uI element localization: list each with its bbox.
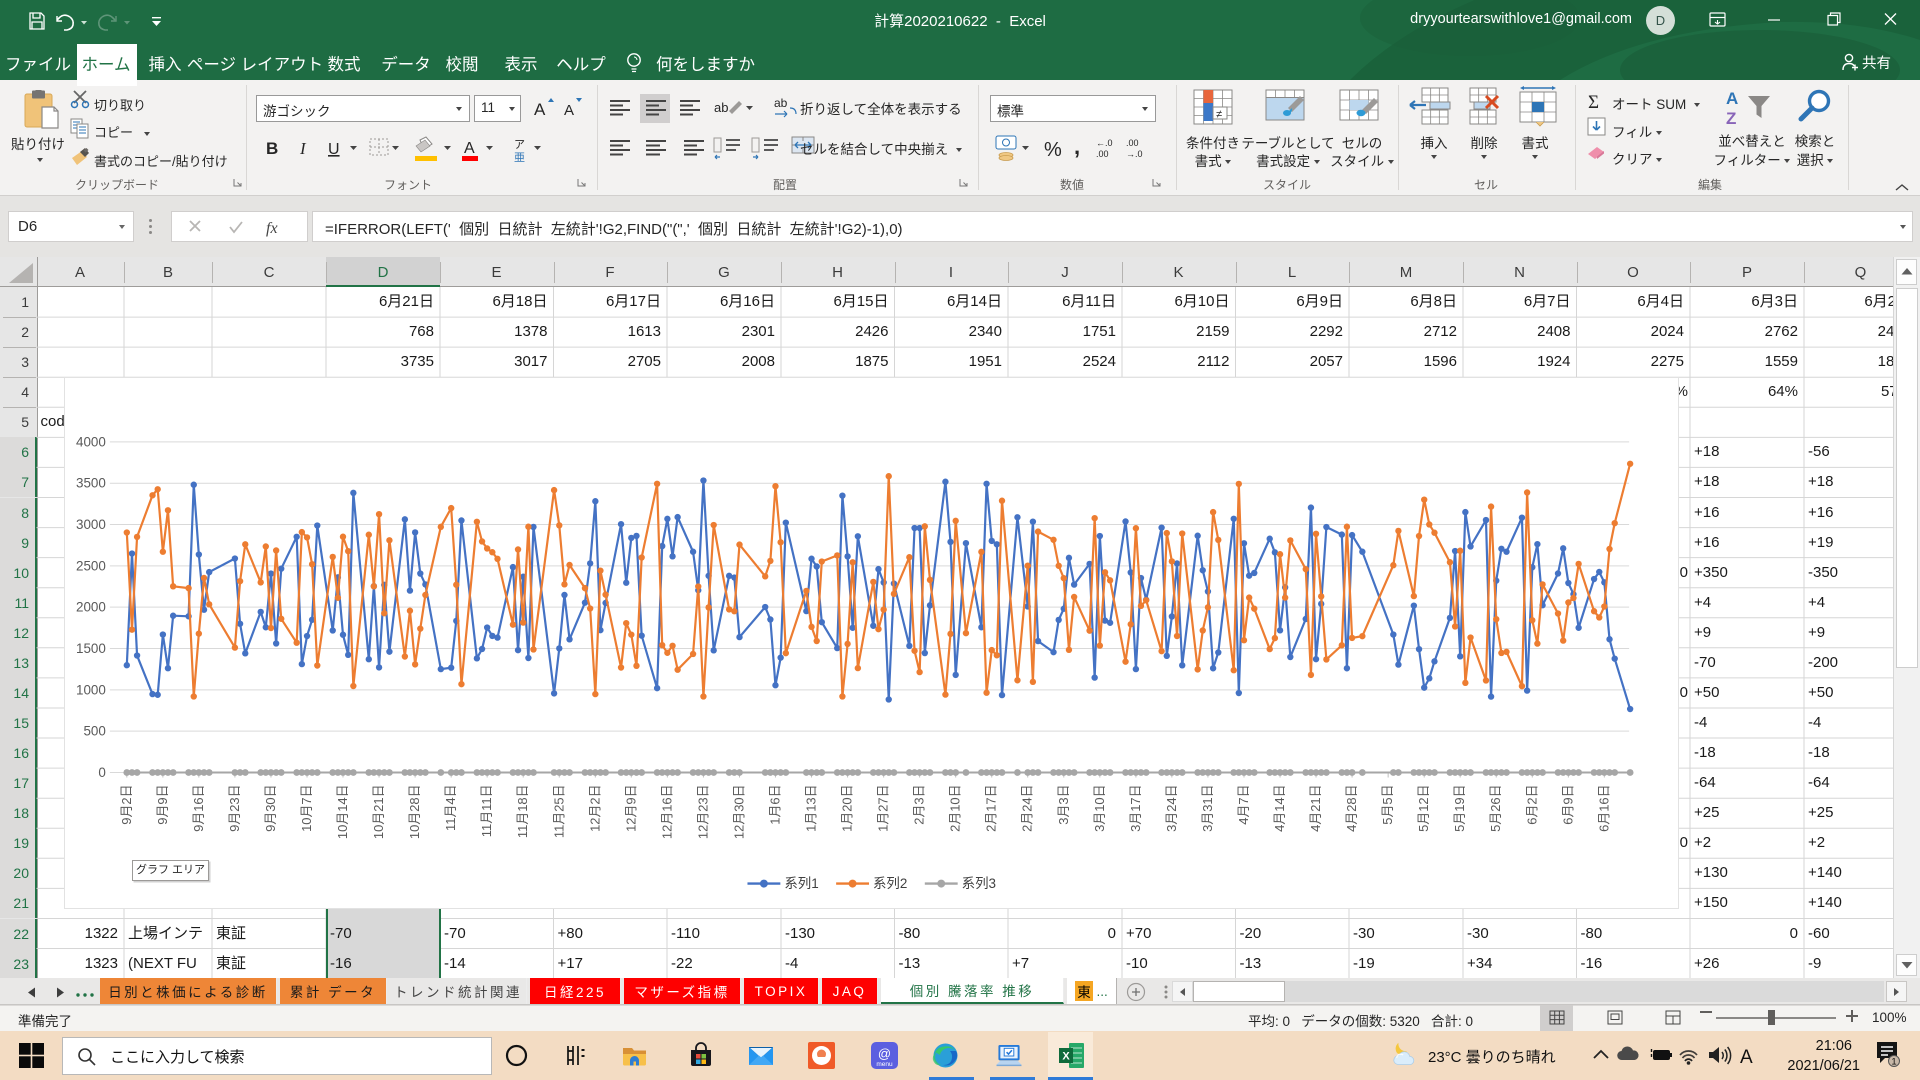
svg-text:4月21日: 4月21日 — [1308, 784, 1323, 831]
svg-text:9月16日: 9月16日 — [191, 784, 206, 831]
svg-text:2500: 2500 — [76, 558, 106, 573]
svg-text:→.0: →.0 — [1126, 149, 1143, 159]
svg-text:Z: Z — [1726, 109, 1736, 128]
svg-text:11月25日: 11月25日 — [551, 784, 566, 838]
svg-text:11月18日: 11月18日 — [515, 784, 530, 838]
svg-text:1500: 1500 — [76, 640, 106, 655]
svg-text:5月5日: 5月5日 — [1380, 784, 1395, 824]
svg-text:U: U — [328, 141, 340, 158]
svg-text:B: B — [266, 139, 278, 158]
svg-text:9月30日: 9月30日 — [263, 784, 278, 831]
svg-text:Σ: Σ — [1588, 92, 1599, 113]
svg-text:,: , — [1074, 134, 1080, 159]
svg-text:0: 0 — [98, 764, 105, 779]
svg-text:500: 500 — [83, 723, 105, 738]
svg-text:9月2日: 9月2日 — [119, 784, 134, 824]
svg-text:10月7日: 10月7日 — [299, 784, 314, 831]
svg-text:10月28日: 10月28日 — [407, 784, 422, 839]
svg-text:系列2: 系列2 — [873, 876, 907, 891]
svg-text:.00: .00 — [1096, 149, 1109, 159]
svg-text:.00: .00 — [1126, 138, 1139, 148]
svg-text:1000: 1000 — [76, 682, 106, 697]
svg-text:2月24日: 2月24日 — [1020, 784, 1035, 831]
svg-text:menu: menu — [876, 1061, 893, 1068]
svg-text:12月23日: 12月23日 — [695, 784, 710, 839]
svg-text:9月23日: 9月23日 — [227, 784, 242, 831]
svg-text:ab: ab — [714, 100, 728, 115]
svg-text:A: A — [464, 140, 475, 157]
svg-text:3月17日: 3月17日 — [1128, 784, 1143, 831]
svg-text:5月12日: 5月12日 — [1416, 784, 1431, 831]
svg-text:A: A — [534, 100, 546, 119]
svg-text:12月16日: 12月16日 — [659, 784, 674, 839]
svg-text:ア: ア — [514, 139, 525, 151]
svg-text:2月3日: 2月3日 — [912, 784, 927, 824]
svg-text:1月20日: 1月20日 — [840, 784, 855, 831]
svg-text:11月11日: 11月11日 — [479, 784, 494, 837]
svg-text:2月10日: 2月10日 — [948, 784, 963, 831]
svg-text:3000: 3000 — [76, 517, 106, 532]
svg-text:I: I — [299, 139, 307, 158]
svg-text:2000: 2000 — [76, 599, 106, 614]
svg-text:3月24日: 3月24日 — [1164, 784, 1179, 831]
svg-text:系列1: 系列1 — [784, 876, 818, 891]
svg-text:4月14日: 4月14日 — [1272, 784, 1287, 831]
svg-text:5月26日: 5月26日 — [1488, 784, 1503, 831]
svg-text:6月9日: 6月9日 — [1560, 784, 1575, 824]
svg-text:5月19日: 5月19日 — [1452, 784, 1467, 831]
svg-text:亜: 亜 — [514, 152, 525, 164]
svg-text:4月7日: 4月7日 — [1236, 784, 1251, 824]
svg-text:X: X — [1062, 1051, 1070, 1063]
svg-text:3500: 3500 — [76, 475, 106, 490]
svg-text:A: A — [1726, 89, 1738, 108]
svg-text:12月30日: 12月30日 — [731, 784, 746, 839]
svg-text:@: @ — [878, 1046, 891, 1061]
svg-text:12月9日: 12月9日 — [623, 784, 638, 831]
svg-text:A: A — [564, 102, 574, 119]
svg-text:4月28日: 4月28日 — [1344, 784, 1359, 831]
svg-text:系列3: 系列3 — [962, 876, 996, 891]
svg-text:1月13日: 1月13日 — [804, 784, 819, 831]
svg-text:3月3日: 3月3日 — [1056, 784, 1071, 824]
svg-text:ab: ab — [774, 96, 788, 110]
svg-text:10月14日: 10月14日 — [335, 784, 350, 839]
svg-text:1月27日: 1月27日 — [876, 784, 891, 831]
svg-text:2月17日: 2月17日 — [984, 784, 999, 831]
svg-text:3月31日: 3月31日 — [1200, 784, 1215, 831]
svg-text:1月6日: 1月6日 — [767, 784, 782, 824]
svg-text:11月4日: 11月4日 — [443, 784, 458, 831]
svg-text:9月9日: 9月9日 — [155, 784, 170, 824]
svg-text:6月2日: 6月2日 — [1524, 784, 1539, 824]
svg-text:12月2日: 12月2日 — [587, 784, 602, 831]
svg-text:%: % — [1044, 139, 1062, 161]
svg-text:10月21日: 10月21日 — [371, 784, 386, 839]
svg-text:≠: ≠ — [1216, 109, 1222, 121]
svg-text:fx: fx — [266, 220, 278, 237]
svg-text:6月16日: 6月16日 — [1596, 784, 1611, 831]
svg-text:4000: 4000 — [76, 434, 106, 449]
svg-text:←.0: ←.0 — [1096, 138, 1113, 148]
svg-text:A: A — [1740, 1047, 1753, 1068]
svg-text:1: 1 — [1891, 1057, 1896, 1068]
svg-text:3月10日: 3月10日 — [1092, 784, 1107, 831]
